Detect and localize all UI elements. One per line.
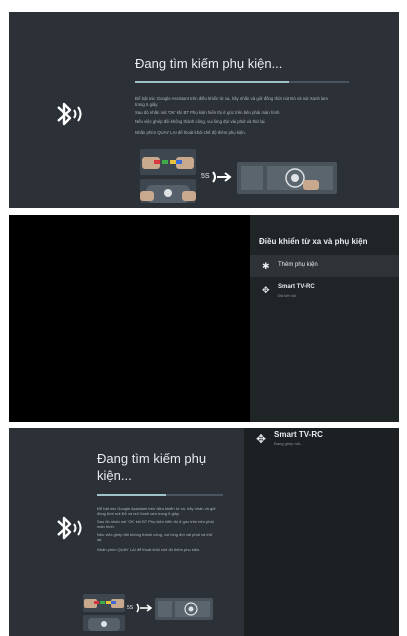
remote-ok-illustration: [140, 179, 196, 203]
page-title: Đang tìm kiếm phụ kiện...: [135, 56, 283, 71]
instruction-line: Để bật mic Google Assistant trên điều kh…: [135, 96, 328, 107]
tv-screen-illustration: [237, 162, 337, 194]
bluetooth-searching-icon: [57, 102, 82, 126]
hand-press-icon: [84, 599, 124, 608]
remote-dpad-icon: [88, 618, 120, 631]
remote-accessories-screen: Điều khiển từ xa và phụ kiện ✱ Thêm phụ …: [9, 215, 399, 422]
instruction-line: Nếu việc ghép đôi không thành công, vui …: [97, 532, 213, 542]
menu-item-label: Thêm phụ kiện: [278, 262, 318, 268]
remote-dpad-icon: [140, 185, 196, 203]
device-status: Đang ghép nối...: [274, 441, 304, 446]
menu-item-smart-tv-rc[interactable]: ✥ Smart TV-RC Đã kết nối: [250, 279, 399, 301]
tv-screen-illustration: [155, 598, 213, 620]
arrow-right-icon: [136, 603, 153, 613]
hold-time-label: 5S: [201, 173, 210, 180]
found-device-item[interactable]: ✥ Smart TV-RC Đang ghép nối...: [244, 428, 399, 450]
pairing-screen-2: Đang tìm kiếm phụ kiện... Để bật mic Goo…: [9, 428, 399, 636]
search-progress: [97, 494, 223, 496]
search-progress: [135, 81, 349, 83]
device-found-panel: ✥ Smart TV-RC Đang ghép nối...: [244, 428, 399, 636]
pairing-screen-1: Đang tìm kiếm phụ kiện... Để bật mic Goo…: [9, 12, 399, 208]
side-menu: Điều khiển từ xa và phụ kiện ✱ Thêm phụ …: [250, 215, 399, 422]
gamepad-icon: ✥: [256, 432, 267, 446]
back-hint: Nhấn phím QUAY LẠI để thoát khỏi chế độ …: [135, 130, 246, 135]
remote-buttons-illustration: [83, 594, 125, 612]
bluetooth-icon: ✱: [262, 261, 270, 271]
hand-press-icon: [142, 157, 194, 169]
instruction-line: Sau đó nhấn nút 'OK' khi BT Phụ kiện hiể…: [135, 110, 281, 115]
remote-ok-illustration: [83, 615, 125, 631]
instructions: Để bật mic Google Assistant trên điều kh…: [135, 96, 335, 139]
remote-buttons-illustration: [140, 149, 196, 175]
device-name: Smart TV-RC: [274, 430, 323, 439]
bluetooth-searching-icon: [57, 516, 82, 540]
remote-ok-press-icon: [241, 166, 333, 190]
arrow-right-icon: [212, 171, 232, 183]
remote-ok-press-icon: [158, 601, 210, 617]
instructions: Để bật mic Google Assistant trên điều kh…: [97, 506, 217, 555]
menu-item-status: Đã kết nối: [278, 293, 297, 298]
menu-item-add-accessory[interactable]: ✱ Thêm phụ kiện: [250, 255, 399, 277]
back-hint: Nhấn phím QUAY LẠI để thoát khỏi chế độ …: [97, 547, 201, 552]
gamepad-icon: ✥: [262, 285, 270, 295]
menu-item-label: Smart TV-RC: [278, 284, 315, 290]
instruction-line: Sau đó nhấn nút 'OK' khi BT Phụ kiện hiể…: [97, 519, 214, 529]
menu-title: Điều khiển từ xa và phụ kiện: [259, 237, 368, 246]
page-title: Đang tìm kiếm phụ kiện...: [97, 451, 207, 483]
instruction-line: Để bật mic Google Assistant trên điều kh…: [97, 506, 216, 516]
hold-time-label: 5S: [127, 605, 134, 611]
instruction-line: Nếu việc ghép đôi không thành công, vui …: [135, 118, 266, 124]
